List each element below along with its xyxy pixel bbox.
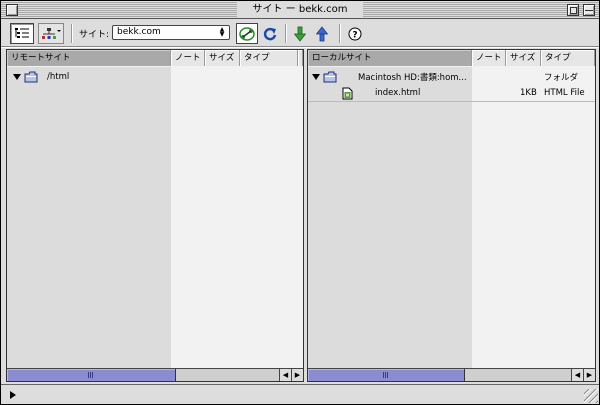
list-view-button[interactable] (10, 23, 34, 44)
collapse-box-button[interactable] (583, 4, 595, 16)
remote-header: リモートサイト ノート サイズ タイプ (7, 50, 303, 66)
scroll-left-arrow-icon[interactable]: ◀ (571, 369, 583, 381)
put-button[interactable] (314, 23, 330, 44)
remote-header-name[interactable]: リモートサイト (7, 50, 171, 66)
site-map-button[interactable] (38, 23, 64, 44)
remote-sorted-column-bg (7, 67, 171, 369)
remote-header-filler (298, 50, 303, 66)
resize-grip-icon[interactable] (584, 389, 598, 403)
local-header: ローカルサイト ノート サイズ タイプ (308, 50, 595, 66)
remote-site-pane: リモートサイト ノート サイズ タイプ /html ◀ ▶ (6, 49, 304, 382)
item-type: HTML File (544, 88, 585, 98)
list-item[interactable]: Macintosh HD:書類:hom... フォルダ (308, 68, 595, 85)
toolbar: サイト: bekk.com ▲ ▼ ? (1, 20, 599, 47)
toolbar-separator (339, 24, 340, 43)
site-select[interactable]: bekk.com ▲ ▼ (112, 25, 230, 40)
folder-icon (24, 71, 38, 83)
refresh-button[interactable] (262, 23, 278, 44)
svg-text:?: ? (352, 30, 357, 40)
item-name: /html (47, 71, 70, 82)
close-box-button[interactable] (6, 4, 18, 16)
refresh-icon (263, 27, 277, 40)
item-name: index.html (375, 88, 421, 98)
toolbar-separator (285, 24, 286, 43)
scroll-left-arrow-icon[interactable]: ◀ (279, 369, 291, 381)
local-horizontal-scrollbar[interactable]: ◀ ▶ (308, 368, 595, 381)
local-site-pane: ローカルサイト ノート サイズ タイプ Macintosh HD:書類:hom.… (307, 49, 596, 382)
put-icon (316, 25, 328, 41)
remote-header-type[interactable]: タイプ (240, 50, 298, 66)
local-header-note[interactable]: ノート (472, 50, 506, 66)
remote-header-size[interactable]: サイズ (205, 50, 240, 66)
connect-button[interactable] (236, 23, 258, 44)
select-arrows-icon: ▲ ▼ (219, 26, 225, 38)
toolbar-separator (71, 24, 72, 43)
item-type: フォルダ (544, 72, 579, 83)
connect-icon (239, 26, 255, 41)
site-label: サイト: (79, 30, 110, 40)
remote-header-note[interactable]: ノート (171, 50, 205, 66)
disclosure-triangle-icon[interactable] (13, 73, 21, 80)
get-icon (294, 26, 306, 42)
scroll-thumb[interactable] (7, 369, 176, 381)
disclosure-triangle-icon[interactable] (312, 73, 320, 80)
html-file-icon (342, 87, 353, 100)
status-bar (1, 384, 599, 404)
help-button[interactable]: ? (347, 23, 363, 44)
list-item[interactable]: /html (7, 68, 171, 85)
scroll-thumb[interactable] (308, 369, 465, 381)
site-select-value: bekk.com (117, 27, 161, 37)
get-button[interactable] (292, 23, 308, 44)
status-disclosure-icon[interactable] (10, 391, 16, 399)
list-view-icon (15, 27, 29, 38)
scroll-right-arrow-icon[interactable]: ▶ (583, 369, 595, 381)
list-item[interactable]: index.html 1KB HTML File (308, 85, 595, 102)
item-name: Macintosh HD:書類:hom... (358, 72, 467, 83)
local-sorted-column-bg (308, 67, 472, 369)
help-icon: ? (348, 27, 362, 40)
title-bar[interactable]: サイト ー bekk.com (1, 1, 599, 19)
zoom-box-button[interactable] (567, 4, 579, 16)
site-window: サイト ー bekk.com サイト: bekk.com ▲ ▼ ? リモートサ… (0, 0, 600, 405)
window-title: サイト ー bekk.com (237, 2, 363, 17)
local-header-type[interactable]: タイプ (541, 50, 595, 66)
site-map-icon (42, 27, 61, 39)
item-size: 1KB (520, 88, 537, 98)
remote-horizontal-scrollbar[interactable]: ◀ ▶ (7, 368, 303, 381)
local-header-name[interactable]: ローカルサイト (308, 50, 472, 66)
folder-icon (323, 71, 337, 83)
local-header-size[interactable]: サイズ (506, 50, 541, 66)
scroll-right-arrow-icon[interactable]: ▶ (291, 369, 303, 381)
